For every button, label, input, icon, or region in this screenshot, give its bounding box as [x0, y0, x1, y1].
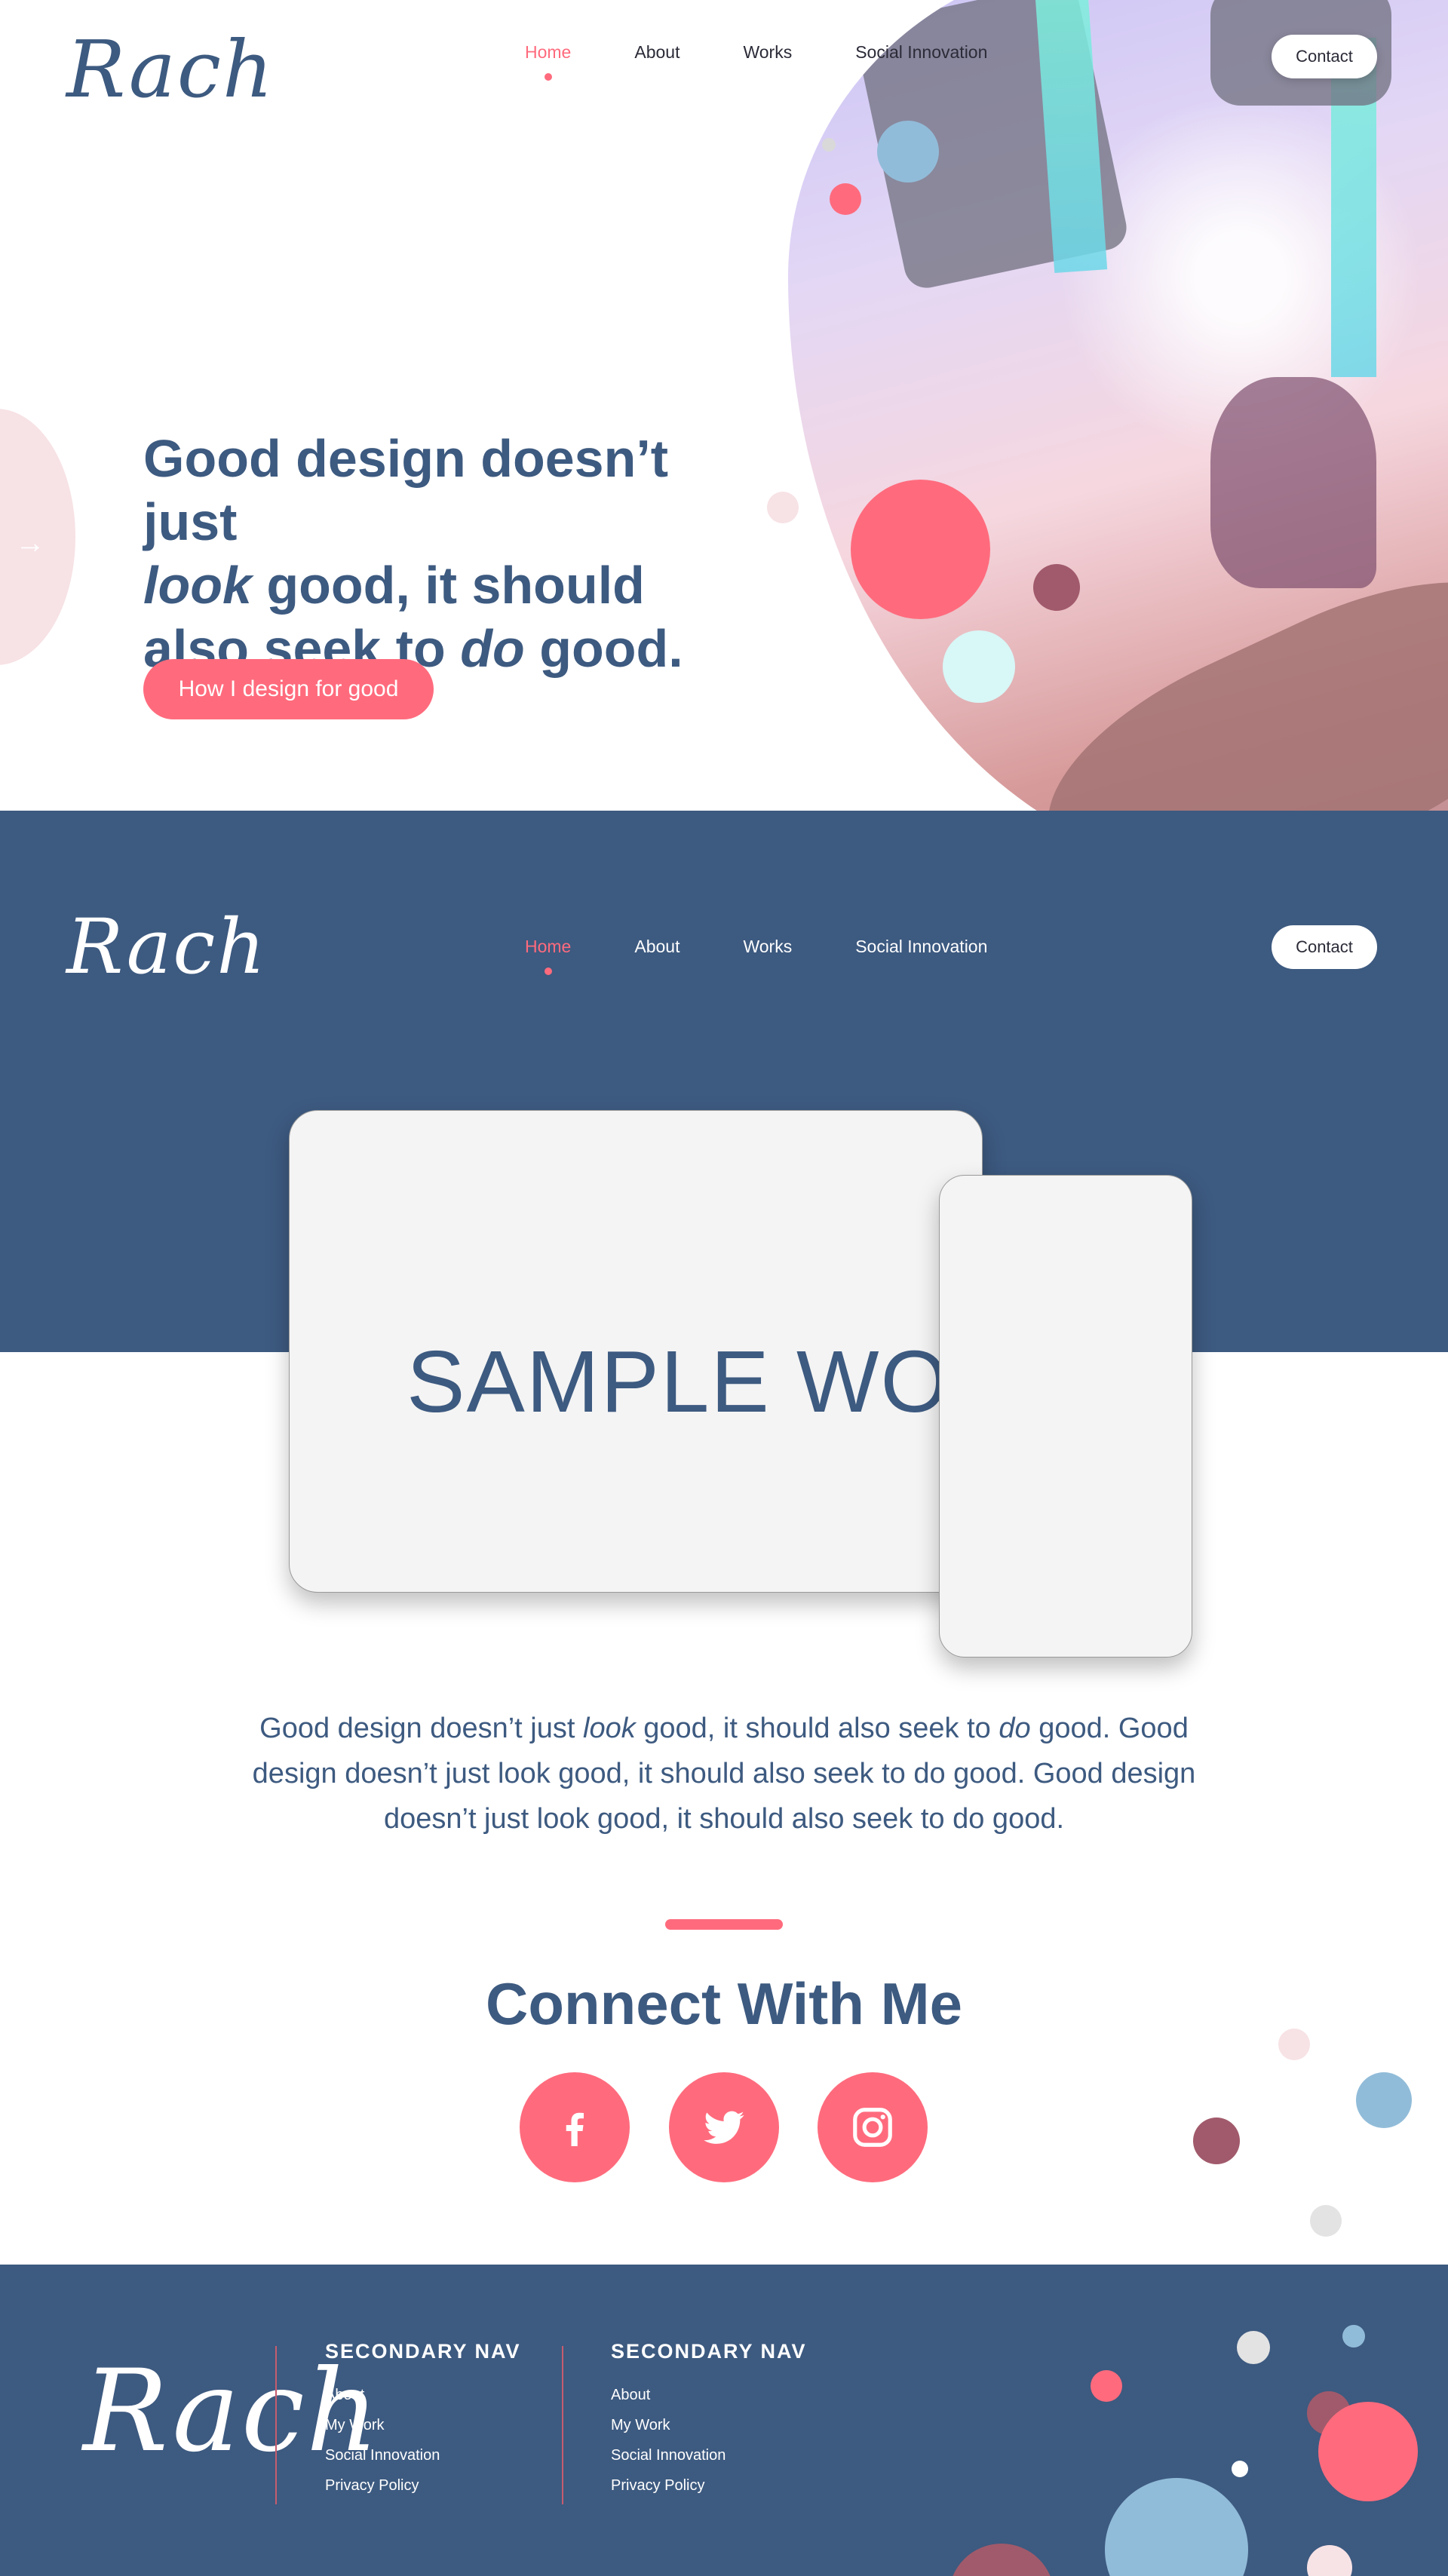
decor-dot: [1356, 2072, 1412, 2128]
decor-dot: [1193, 2118, 1240, 2164]
decor-dot: [851, 480, 990, 619]
footer-nav-heading: SECONDARY NAV: [611, 2340, 807, 2363]
phone-mockup[interactable]: [939, 1175, 1192, 1658]
nav-item-social-innovation[interactable]: Social Innovation: [855, 42, 987, 63]
instagram-button[interactable]: [818, 2072, 928, 2182]
section-divider: [665, 1919, 783, 1930]
footer-link-social-innovation[interactable]: Social Innovation: [325, 2440, 521, 2470]
nav-item-works[interactable]: Works: [743, 937, 792, 957]
secondary-main-nav: Home About Works Social Innovation: [525, 937, 1051, 957]
arrow-right-icon[interactable]: →: [15, 526, 45, 560]
instagram-icon: [853, 2108, 892, 2147]
footer-link-my-work[interactable]: My Work: [325, 2410, 521, 2440]
footer-link-about[interactable]: About: [325, 2380, 521, 2410]
hero-heading: Good design doesn’t just look good, it s…: [143, 429, 683, 678]
footer-divider: [562, 2346, 563, 2504]
footer-link-privacy-policy[interactable]: Privacy Policy: [611, 2470, 807, 2501]
decor-dot: [1310, 2205, 1342, 2237]
contact-button[interactable]: Contact: [1272, 925, 1377, 969]
nav-item-works[interactable]: Works: [743, 42, 792, 63]
work-description: Good design doesn’t just look good, it s…: [252, 1713, 1196, 1835]
facebook-icon: [566, 2112, 584, 2146]
decor-dot: [1232, 2461, 1248, 2477]
main-nav: Home About Works Social Innovation: [525, 42, 1051, 63]
nav-item-about[interactable]: About: [634, 937, 680, 957]
twitter-button[interactable]: [669, 2072, 779, 2182]
site-footer: Rach SECONDARY NAV About My Work Social …: [0, 2265, 1448, 2576]
footer-link-social-innovation[interactable]: Social Innovation: [611, 2440, 807, 2470]
decor-dot: [1105, 2478, 1248, 2576]
site-logo[interactable]: Rach: [66, 30, 275, 109]
footer-link-privacy-policy[interactable]: Privacy Policy: [325, 2470, 521, 2501]
site-logo-secondary[interactable]: Rach: [66, 909, 267, 985]
footer-link-my-work[interactable]: My Work: [611, 2410, 807, 2440]
hero-illustration: [788, 0, 1448, 811]
nav-item-social-innovation[interactable]: Social Innovation: [855, 937, 987, 957]
decor-dot: [767, 492, 799, 523]
footer-nav-column: SECONDARY NAV About My Work Social Innov…: [611, 2340, 807, 2501]
decor-dot: [877, 121, 939, 182]
decor-dot: [1278, 2029, 1310, 2060]
decor-dot: [1318, 2402, 1418, 2501]
decor-dot: [1091, 2370, 1122, 2402]
nav-item-home[interactable]: Home: [525, 937, 571, 957]
decor-dot: [1237, 2331, 1270, 2364]
connect-title: Connect With Me: [486, 1970, 962, 2037]
twitter-icon: [704, 2111, 744, 2144]
decor-dot: [830, 183, 861, 215]
decor-dot: [943, 630, 1015, 703]
nav-item-home[interactable]: Home: [525, 42, 571, 63]
facebook-button[interactable]: [520, 2072, 630, 2182]
decor-dot: [1033, 564, 1080, 611]
footer-nav-heading: SECONDARY NAV: [325, 2340, 521, 2363]
design-for-good-button[interactable]: How I design for good: [143, 659, 434, 719]
decor-dot: [1342, 2325, 1365, 2348]
decor-dot: [1307, 2545, 1352, 2576]
nav-item-about[interactable]: About: [634, 42, 680, 63]
hero-section: → Rach Home About Works Social Innovatio…: [0, 0, 1448, 811]
footer-divider: [275, 2346, 277, 2504]
decor-dot: [949, 2544, 1054, 2576]
footer-nav-column: SECONDARY NAV About My Work Social Innov…: [325, 2340, 521, 2501]
footer-link-about[interactable]: About: [611, 2380, 807, 2410]
contact-button[interactable]: Contact: [1272, 35, 1377, 78]
decor-dot: [822, 138, 836, 152]
